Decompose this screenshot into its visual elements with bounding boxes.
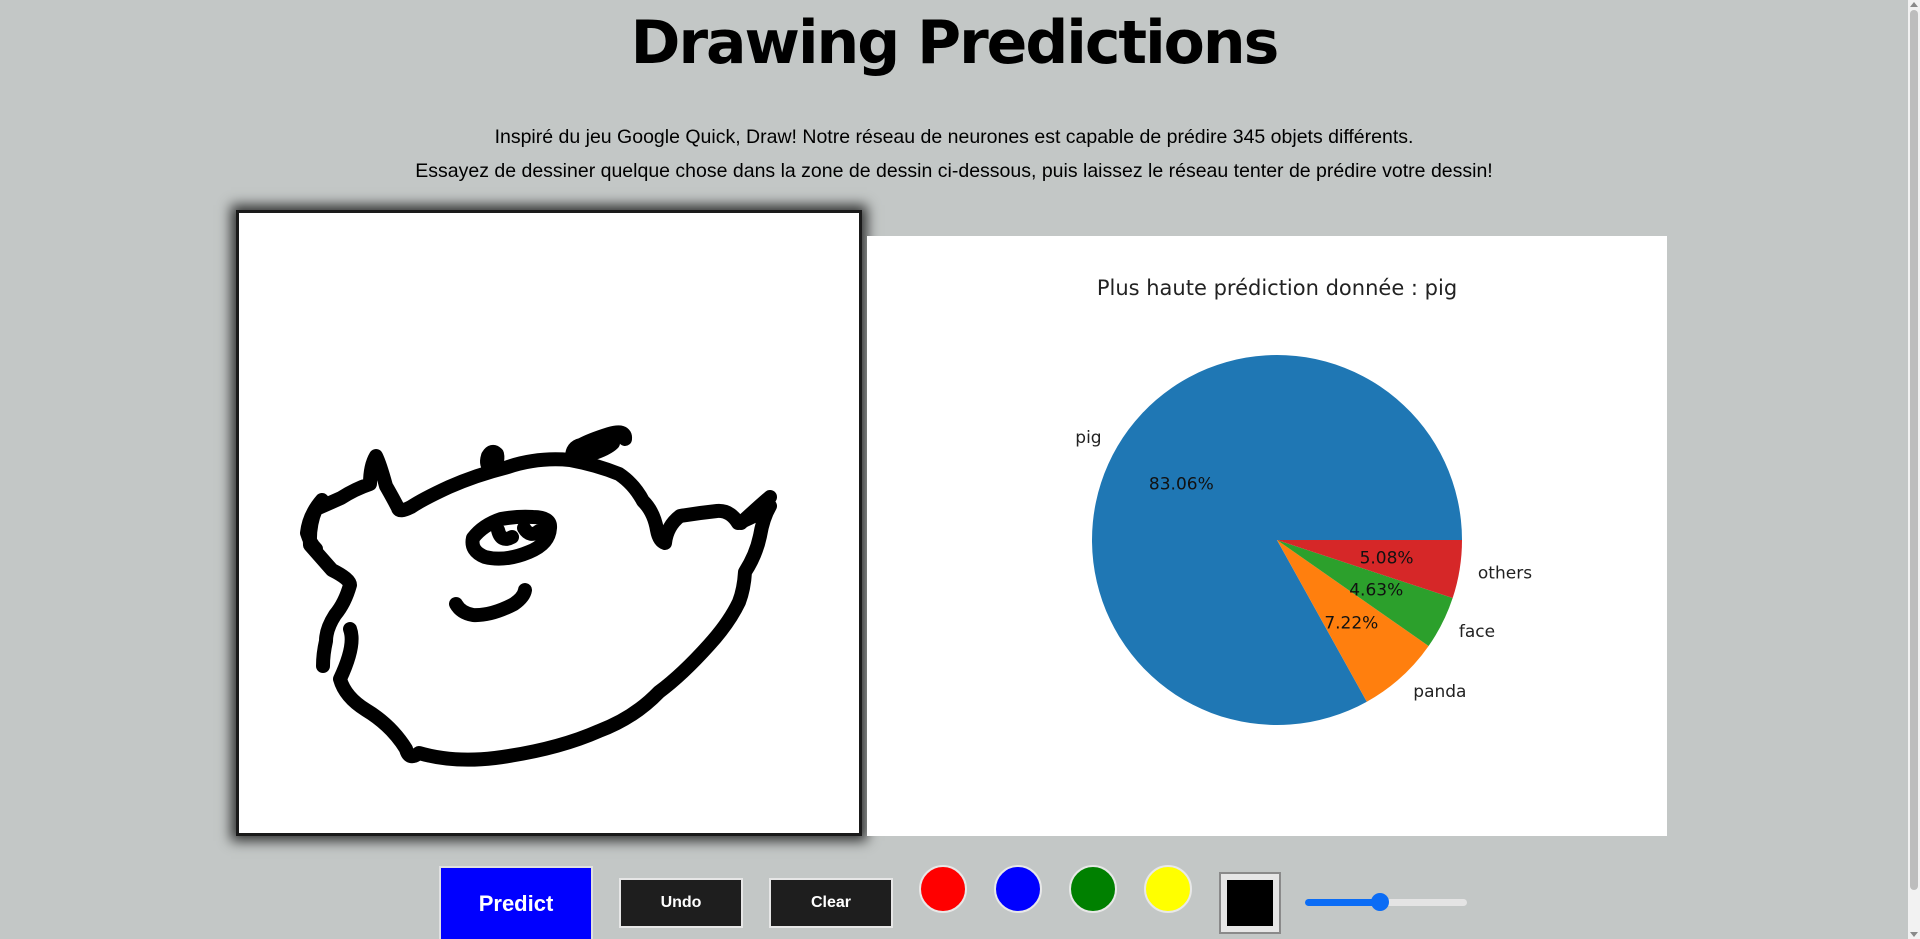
drawing-stroke-nostril-right bbox=[517, 521, 546, 541]
drawing-stroke-eye-right bbox=[565, 425, 633, 465]
page-scrollbar[interactable] bbox=[1908, 0, 1920, 939]
drawing-stroke-nostril-left bbox=[491, 523, 519, 546]
scrollbar-thumb[interactable] bbox=[1910, 10, 1918, 890]
pie-pct-pig: 83.06% bbox=[1149, 475, 1214, 495]
drawing-stroke-mouth bbox=[449, 583, 532, 623]
color-swatch-yellow[interactable] bbox=[1144, 865, 1192, 913]
scroll-down-arrow-icon[interactable] bbox=[1910, 932, 1918, 937]
pie-label-face: face bbox=[1459, 622, 1495, 642]
scroll-up-arrow-icon[interactable] bbox=[1910, 2, 1918, 7]
color-picker[interactable] bbox=[1219, 872, 1281, 934]
chart-title: Plus haute prédiction donnée : pig bbox=[1097, 276, 1457, 300]
color-swatch-blue[interactable] bbox=[994, 865, 1042, 913]
slider-fill bbox=[1305, 899, 1381, 906]
prediction-chart: Plus haute prédiction donnée : pig pig 83… bbox=[867, 236, 1667, 836]
predict-button[interactable]: Predict bbox=[439, 866, 593, 939]
drawing-stroke-eye-left bbox=[480, 444, 505, 474]
brush-size-slider[interactable] bbox=[1305, 893, 1467, 911]
color-swatch-red[interactable] bbox=[919, 865, 967, 913]
pie-pct-face: 4.63% bbox=[1349, 581, 1403, 601]
intro-line-1: Inspiré du jeu Google Quick, Draw! Notre… bbox=[494, 126, 1414, 148]
page-title: Drawing Predictions bbox=[630, 8, 1280, 78]
pie-chart: Plus haute prédiction donnée : pig pig 83… bbox=[1075, 276, 1532, 725]
pie-label-panda: panda bbox=[1413, 682, 1466, 702]
color-swatch-green[interactable] bbox=[1069, 865, 1117, 913]
page: Drawing Predictions Inspiré du jeu Googl… bbox=[0, 0, 1920, 939]
drawing-surface[interactable] bbox=[239, 213, 859, 833]
current-color-preview bbox=[1227, 880, 1273, 926]
undo-button[interactable]: Undo bbox=[619, 878, 743, 928]
pie-label-others: others bbox=[1478, 563, 1532, 583]
drawing-stroke-head bbox=[302, 449, 777, 767]
clear-button[interactable]: Clear bbox=[769, 878, 893, 928]
pie-label-pig: pig bbox=[1075, 428, 1101, 448]
pie-pct-others: 5.08% bbox=[1360, 549, 1414, 569]
drawing-canvas[interactable] bbox=[236, 210, 862, 836]
user-drawing bbox=[300, 425, 777, 767]
pie-pct-panda: 7.22% bbox=[1324, 613, 1378, 633]
drawing-stroke-ear-left bbox=[300, 493, 329, 556]
intro-line-2: Essayez de dessiner quelque chose dans l… bbox=[415, 160, 1493, 182]
slider-thumb[interactable] bbox=[1371, 893, 1390, 911]
